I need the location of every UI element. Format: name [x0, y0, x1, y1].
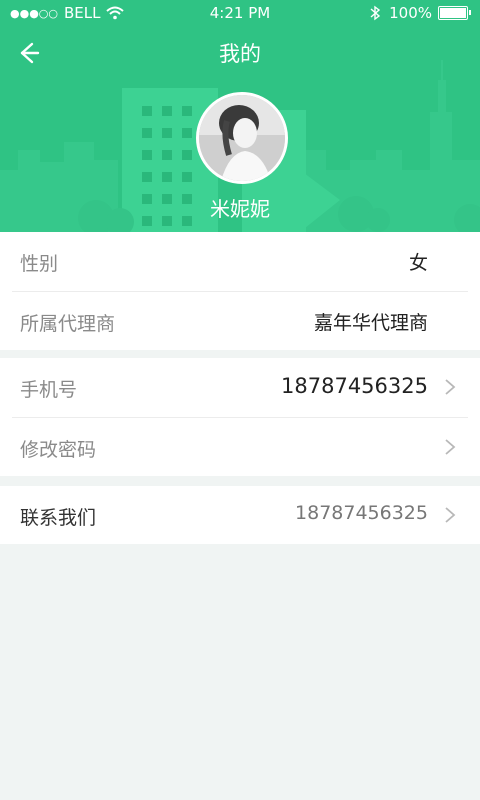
battery-icon	[438, 6, 471, 20]
account-group: 手机号 18787456325 修改密码	[0, 358, 480, 476]
gender-row: 性别 女	[0, 232, 480, 290]
chevron-right-icon	[445, 507, 456, 523]
chevron-right-icon	[445, 379, 456, 395]
battery-percent: 100%	[389, 4, 432, 22]
status-right: 100%	[369, 4, 471, 22]
agent-label: 所属代理商	[20, 313, 116, 335]
change-password-label: 修改密码	[20, 439, 97, 461]
username: 米妮妮	[210, 197, 270, 221]
avatar[interactable]	[196, 92, 288, 184]
page-title: 我的	[219, 42, 261, 66]
profile-info-group: 性别 女 所属代理商 嘉年华代理商	[0, 232, 480, 350]
contact-group: 联系我们 18787456325	[0, 486, 480, 544]
status-bar: ●●●○○ BELL 4:21 PM 100%	[0, 0, 480, 28]
agent-value: 嘉年华代理商	[313, 312, 428, 334]
contact-us-label: 联系我们	[20, 507, 97, 529]
gender-value: 女	[408, 252, 428, 274]
change-password-row[interactable]: 修改密码	[0, 418, 480, 476]
contact-us-row[interactable]: 联系我们 18787456325	[0, 486, 480, 544]
phone-row[interactable]: 手机号 18787456325	[0, 358, 480, 416]
bluetooth-icon	[370, 5, 381, 21]
agent-row: 所属代理商 嘉年华代理商	[0, 292, 480, 350]
avatar-portrait	[199, 95, 285, 181]
profile-header: ●●●○○ BELL 4:21 PM 100% 我的 米妮妮	[0, 0, 480, 232]
contact-phone-value: 18787456325	[295, 502, 428, 524]
phone-label: 手机号	[20, 379, 78, 401]
phone-value: 18787456325	[281, 374, 428, 398]
chevron-right-icon	[445, 439, 456, 455]
gender-label: 性别	[20, 253, 59, 275]
